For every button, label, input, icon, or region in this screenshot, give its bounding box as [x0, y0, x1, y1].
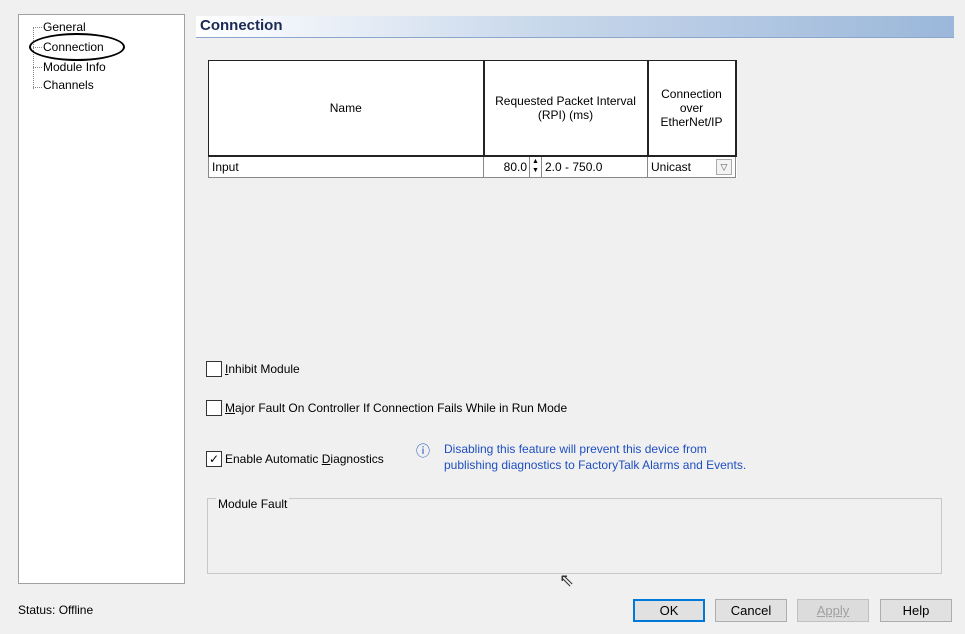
status-text: Status: Offline: [18, 603, 94, 617]
connection-table: Name Requested Packet Interval (RPI) (ms…: [208, 60, 737, 178]
rpi-range-label: 2.0 - 750.0: [545, 159, 603, 174]
column-header-connection: Connection over EtherNet/IP: [647, 60, 737, 157]
major-fault-option[interactable]: Major Fault On Controller If Connection …: [206, 400, 567, 416]
table-header-row: Name Requested Packet Interval (RPI) (ms…: [208, 60, 737, 157]
checkmark-icon: ✓: [208, 452, 220, 466]
diagnostics-info-note: ⓘ Disabling this feature will prevent th…: [416, 441, 746, 473]
highlight-circle-annotation: [29, 33, 125, 61]
connection-type-value: Unicast: [651, 159, 692, 174]
tree-item-module-info[interactable]: Module Info: [43, 60, 106, 74]
rpi-cell: 80.0 ▲ ▼ 2.0 - 750.0: [483, 155, 648, 178]
help-button[interactable]: Help: [880, 599, 952, 622]
info-icon: ⓘ: [416, 443, 430, 459]
info-text-line1: Disabling this feature will prevent this…: [444, 442, 707, 456]
auto-diagnostics-label: Enable Automatic Diagnostics: [225, 452, 384, 466]
tree-item-general[interactable]: General: [43, 20, 86, 34]
module-properties-dialog: General Connection Module Info Channels …: [0, 0, 965, 634]
inhibit-module-label: Inhibit Module: [225, 362, 300, 376]
tree-connector-line: [33, 27, 34, 89]
table-row: Input 80.0 ▲ ▼ 2.0 - 750.0 Unicast ▽: [208, 155, 736, 178]
major-fault-label: Major Fault On Controller If Connection …: [225, 401, 568, 415]
chevron-down-icon[interactable]: ▽: [716, 158, 732, 175]
column-header-name: Name: [208, 60, 485, 157]
inhibit-module-checkbox[interactable]: [206, 361, 222, 377]
apply-button[interactable]: Apply: [797, 599, 869, 622]
tree-connector-line: [33, 27, 42, 28]
info-text-line2: publishing diagnostics to FactoryTalk Al…: [444, 458, 747, 472]
tree-connector-line: [33, 87, 42, 88]
auto-diagnostics-checkbox[interactable]: ✓: [206, 451, 222, 467]
column-header-rpi: Requested Packet Interval (RPI) (ms): [483, 60, 649, 157]
connection-name-cell: Input: [208, 155, 484, 178]
category-tree: General Connection Module Info Channels: [18, 14, 185, 584]
ok-button[interactable]: OK: [633, 599, 705, 622]
inhibit-module-option[interactable]: Inhibit Module: [206, 361, 300, 377]
rpi-value-input[interactable]: 80.0: [484, 156, 530, 177]
connection-page: Connection Name Requested Packet Interva…: [190, 14, 956, 584]
connection-type-select[interactable]: Unicast ▽: [647, 155, 736, 178]
module-fault-group: Module Fault: [207, 497, 942, 574]
spin-arrows-icon[interactable]: ▲ ▼: [530, 156, 542, 177]
tree-item-channels[interactable]: Channels: [43, 78, 94, 92]
tree-connector-line: [33, 67, 42, 68]
cancel-button[interactable]: Cancel: [715, 599, 787, 622]
module-fault-label: Module Fault: [216, 497, 290, 511]
auto-diagnostics-option[interactable]: ✓ Enable Automatic Diagnostics: [206, 451, 384, 467]
page-title: Connection: [196, 16, 954, 38]
mouse-cursor-icon: ⇖: [559, 570, 575, 590]
major-fault-checkbox[interactable]: [206, 400, 222, 416]
